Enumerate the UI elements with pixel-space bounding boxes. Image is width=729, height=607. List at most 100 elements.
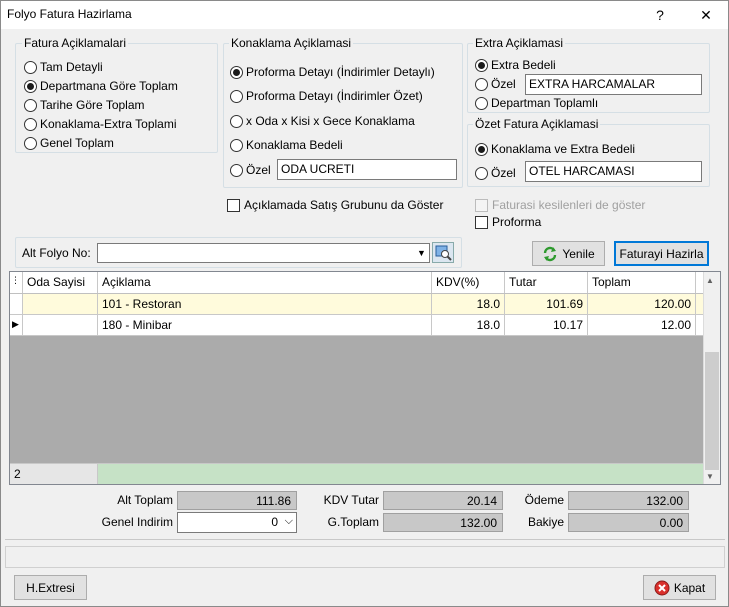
radio-tam-detayli[interactable]: Tam Detayli (24, 59, 103, 75)
cell-oda (23, 294, 98, 314)
extra-aciklamasi-legend: Extra Açiklamasi (473, 36, 566, 50)
radio-label: Departman Toplamlı (491, 96, 599, 110)
scroll-thumb[interactable] (705, 352, 719, 470)
grid-header: ⋮ Oda Sayisi Açiklama KDV(%) Tutar Topla… (10, 272, 704, 294)
table-row[interactable]: 101 - Restoran 18.0 101.69 120.00 (10, 294, 704, 315)
radio-circle (475, 58, 488, 72)
konaklama-aciklamasi-legend: Konaklama Açiklamasi (229, 36, 354, 50)
cell-aciklama: 180 - Minibar (98, 315, 432, 335)
cell-oda (23, 315, 98, 335)
radio-extra-bedeli[interactable]: Extra Bedeli (475, 57, 556, 73)
radio-label: Konaklama Bedeli (246, 138, 343, 152)
radio-label: Tam Detayli (40, 60, 103, 74)
col-kdv[interactable]: KDV(%) (432, 272, 505, 293)
alt-folyo-combo[interactable]: ▼ (97, 243, 430, 263)
radio-konaklama-extra[interactable]: Konaklama-Extra Toplami (24, 116, 177, 132)
yenile-button[interactable]: Yenile (532, 241, 605, 266)
scroll-down-icon[interactable]: ▼ (706, 472, 714, 481)
faturayi-hazirla-label: Faturayi Hazirla (619, 246, 704, 261)
radio-proforma-detay-detayli[interactable]: Proforma Detayı (İndirimler Detaylı) (230, 64, 435, 80)
col-tutar[interactable]: Tutar (505, 272, 588, 293)
ozet-fatura-legend: Özet Fatura Açiklamasi (473, 117, 601, 131)
radio-label: Özel (491, 166, 516, 180)
satis-grubu-checkbox[interactable]: Açıklamada Satış Grubunu da Göster (227, 197, 443, 213)
radio-circle (24, 117, 37, 131)
fatura-aciklamalari-legend: Fatura Açiklamalari (22, 36, 129, 50)
faturasi-kesilenler-checkbox: Faturasi kesilenleri de göster (475, 197, 645, 213)
radio-circle (475, 142, 488, 156)
alt-toplam-value: 111.86 (177, 491, 297, 510)
genel-indirim-label: Genel Indirim (101, 515, 173, 529)
radio-oda-kisi-gece[interactable]: x Oda x Kisi x Gece Konaklama (230, 113, 415, 129)
help-button[interactable]: ? (638, 3, 682, 27)
g-toplam-value: 132.00 (383, 513, 503, 532)
konaklama-ozel-input[interactable]: ODA UCRETI (277, 159, 457, 180)
checkbox-label: Açıklamada Satış Grubunu da Göster (244, 198, 444, 212)
col-toplam[interactable]: Toplam (588, 272, 696, 293)
radio-circle (24, 136, 37, 150)
radio-extra-ozel[interactable]: Özel (475, 76, 516, 92)
radio-departmana-gore[interactable]: Departmana Göre Toplam (24, 78, 178, 94)
table-row[interactable]: ▶ 180 - Minibar 18.0 10.17 12.00 (10, 315, 704, 336)
proforma-checkbox[interactable]: Proforma (475, 214, 541, 230)
ozet-ozel-input[interactable]: OTEL HARCAMASI (525, 161, 702, 182)
konaklama-aciklamasi-group: Konaklama Açiklamasi Proforma Detayı (İn… (223, 36, 463, 188)
checkbox-label: Faturasi kesilenleri de göster (492, 198, 646, 212)
genel-indirim-select[interactable]: 0 ⌵ (177, 512, 297, 533)
kapat-button[interactable]: Kapat (643, 575, 716, 600)
radio-tarihe-gore[interactable]: Tarihe Göre Toplam (24, 97, 145, 113)
radio-konaklama-ozel[interactable]: Özel (230, 162, 271, 178)
radio-ozet-ozel[interactable]: Özel (475, 165, 516, 181)
radio-konaklama-bedeli[interactable]: Konaklama Bedeli (230, 137, 343, 153)
radio-circle (230, 163, 243, 177)
grid-scrollbar[interactable]: ▲ ▼ (703, 272, 720, 484)
h-extresi-button[interactable]: H.Extresi (14, 575, 87, 600)
radio-label: Departmana Göre Toplam (40, 79, 178, 93)
kdv-tutar-label: KDV Tutar (323, 493, 379, 507)
cell-toplam: 120.00 (588, 294, 696, 314)
checkbox-box (227, 198, 240, 212)
radio-circle (230, 114, 243, 128)
bakiye-value: 0.00 (568, 513, 689, 532)
title-bar: Folyo Fatura Hazirlama ? ✕ (1, 1, 728, 29)
h-extresi-label: H.Extresi (26, 580, 75, 595)
extra-ozel-input[interactable]: EXTRA HARCAMALAR (525, 74, 702, 95)
row-indicator (10, 294, 23, 314)
col-aciklama[interactable]: Açiklama (98, 272, 432, 293)
fatura-aciklamalari-group: Fatura Açiklamalari Tam Detayli Departma… (15, 36, 218, 153)
status-bar (5, 546, 725, 568)
kdv-tutar-value: 20.14 (383, 491, 503, 510)
chevron-down-icon[interactable]: ▼ (414, 244, 429, 262)
cell-tutar: 10.17 (505, 315, 588, 335)
radio-label: Genel Toplam (40, 136, 114, 150)
window-title: Folyo Fatura Hazirlama (7, 7, 132, 21)
yenile-label: Yenile (562, 246, 595, 261)
search-icon[interactable] (432, 242, 454, 263)
faturayi-hazirla-button[interactable]: Faturayi Hazirla (614, 241, 709, 266)
kapat-label: Kapat (673, 580, 706, 595)
alt-toplam-label: Alt Toplam (117, 493, 173, 507)
radio-genel-toplam[interactable]: Genel Toplam (24, 135, 114, 151)
radio-konaklama-ve-extra[interactable]: Konaklama ve Extra Bedeli (475, 141, 635, 157)
cell-aciklama: 101 - Restoran (98, 294, 432, 314)
checkbox-label: Proforma (492, 215, 542, 229)
radio-circle (24, 79, 37, 93)
radio-proforma-detay-ozet[interactable]: Proforma Detayı (İndirimler Özet) (230, 88, 423, 104)
radio-circle (230, 138, 243, 152)
current-row-arrow-icon: ▶ (10, 315, 23, 335)
grid-menu-icon[interactable]: ⋮ (10, 272, 23, 293)
chevron-down-icon[interactable]: ⌵ (285, 515, 293, 528)
alt-folyo-label: Alt Folyo No: (22, 246, 91, 260)
grid-footer: 2 (10, 463, 704, 484)
checkbox-box (475, 215, 488, 229)
scroll-up-icon[interactable]: ▲ (706, 276, 714, 285)
footer-count: 2 (10, 464, 98, 484)
g-toplam-label: G.Toplam (327, 515, 379, 529)
col-oda-sayisi[interactable]: Oda Sayisi (23, 272, 98, 293)
cancel-icon (654, 580, 670, 595)
alt-folyo-panel: Alt Folyo No: ▼ (15, 237, 462, 268)
divider (5, 539, 725, 540)
radio-label: x Oda x Kisi x Gece Konaklama (246, 114, 415, 128)
radio-departman-toplamli[interactable]: Departman Toplamlı (475, 95, 598, 111)
close-window-button[interactable]: ✕ (684, 3, 728, 27)
